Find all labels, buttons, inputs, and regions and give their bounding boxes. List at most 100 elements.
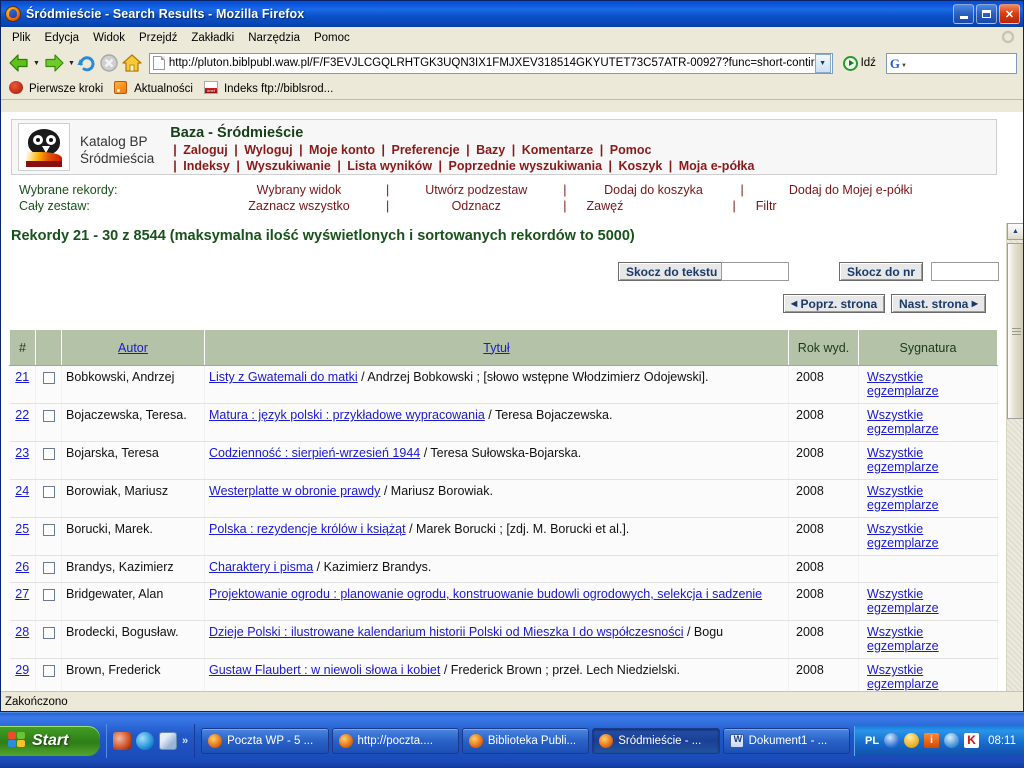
next-page-button[interactable]: Nast. strona ▶ xyxy=(891,294,986,313)
bookmark-indeks-ftp[interactable]: onet Indeks ftp://biblsrod... xyxy=(202,80,338,97)
quicklaunch-desktop-icon[interactable] xyxy=(159,731,177,750)
quicklaunch-firefox-icon[interactable] xyxy=(113,731,131,750)
action-utworz-podzestaw[interactable]: Utwórz podzestaw xyxy=(401,182,551,198)
row-checkbox[interactable] xyxy=(42,562,55,574)
nav-pomoc[interactable]: Pomoc xyxy=(610,143,652,157)
action-dodaj-do-mojej-epolki[interactable]: Dodaj do Mojej e-półki xyxy=(756,182,946,198)
row-signature-link[interactable]: Wszystkie egzemplarze xyxy=(867,408,939,436)
quicklaunch-media-icon[interactable] xyxy=(136,731,154,750)
taskbar-item[interactable]: Dokument1 - ... xyxy=(722,727,850,754)
clock[interactable]: 08:11 xyxy=(988,735,1016,747)
url-text[interactable]: http://pluton.biblpubl.waw.pl/F/F3EVJLCG… xyxy=(169,57,815,69)
nav-zaloguj[interactable]: Zaloguj xyxy=(183,143,227,157)
jump-to-nr-input[interactable] xyxy=(931,262,999,281)
shield-icon[interactable] xyxy=(884,733,900,748)
row-number-link[interactable]: 21 xyxy=(15,370,29,384)
page-scrollbar[interactable]: ▲ ▼ xyxy=(1006,223,1023,702)
row-number-link[interactable]: 22 xyxy=(15,408,29,422)
minimize-button[interactable] xyxy=(953,4,974,24)
sort-author-link[interactable]: Autor xyxy=(118,341,148,355)
row-signature-link[interactable]: Wszystkie egzemplarze xyxy=(867,522,939,550)
scroll-up-button[interactable]: ▲ xyxy=(1007,223,1023,240)
row-checkbox[interactable] xyxy=(42,524,55,536)
jump-to-text-input[interactable] xyxy=(721,262,789,281)
action-wybrany-widok[interactable]: Wybrany widok xyxy=(224,182,374,198)
row-title-link[interactable]: Gustaw Flaubert : w niewoli słowa i kobi… xyxy=(209,663,440,677)
nav-komentarze[interactable]: Komentarze xyxy=(522,143,594,157)
row-title-link[interactable]: Dzieje Polski : ilustrowane kalendarium … xyxy=(209,625,684,639)
back-dropdown-icon[interactable]: ▼ xyxy=(33,52,40,74)
action-zawez[interactable]: Zawęź xyxy=(579,198,729,214)
taskbar-item[interactable]: http://poczta.... xyxy=(331,727,459,754)
row-number-link[interactable]: 24 xyxy=(15,484,29,498)
row-title-link[interactable]: Charaktery i pisma xyxy=(209,560,313,574)
menu-item-help[interactable]: Pomoc xyxy=(307,30,357,46)
bookmark-pierwsze-kroki[interactable]: Pierwsze kroki xyxy=(7,80,108,97)
taskbar-item[interactable]: Poczta WP - 5 ... xyxy=(201,727,329,754)
nav-preferencje[interactable]: Preferencje xyxy=(391,143,459,157)
taskbar-item[interactable]: Śródmieście - ... xyxy=(592,727,720,754)
nav-poprzednie-wyszukiwania[interactable]: Poprzednie wyszukiwania xyxy=(449,159,603,173)
nav-lista-wynikow[interactable]: Lista wyników xyxy=(347,159,432,173)
warning-icon[interactable] xyxy=(904,733,920,748)
nav-koszyk[interactable]: Koszyk xyxy=(619,159,663,173)
scrollbar-thumb[interactable] xyxy=(1007,243,1023,419)
menu-item-bookmarks[interactable]: Zakładki xyxy=(184,30,241,46)
row-number-link[interactable]: 25 xyxy=(15,522,29,536)
maximize-button[interactable] xyxy=(976,4,997,24)
back-button[interactable] xyxy=(7,51,31,75)
jump-to-text-button[interactable]: Skocz do tekstu xyxy=(618,262,726,281)
nav-bazy[interactable]: Bazy xyxy=(476,143,505,157)
taskbar-item[interactable]: Biblioteka Publi... xyxy=(461,727,590,754)
go-button[interactable]: Idź xyxy=(839,55,880,71)
nav-moja-epolka[interactable]: Moja e-półka xyxy=(679,159,755,173)
row-signature-link[interactable]: Wszystkie egzemplarze xyxy=(867,446,939,474)
row-checkbox[interactable] xyxy=(42,486,55,498)
nav-wyloguj[interactable]: Wyloguj xyxy=(244,143,292,157)
row-signature-link[interactable]: Wszystkie egzemplarze xyxy=(867,587,939,615)
row-checkbox[interactable] xyxy=(42,665,55,677)
row-checkbox[interactable] xyxy=(42,410,55,422)
url-dropdown-icon[interactable]: ▼ xyxy=(814,53,831,73)
row-title-link[interactable]: Listy z Gwatemali do matki xyxy=(209,370,358,384)
search-input[interactable]: G ▼ xyxy=(885,52,1017,74)
row-checkbox[interactable] xyxy=(42,627,55,639)
row-title-link[interactable]: Westerplatte w obronie prawdy xyxy=(209,484,380,498)
row-signature-link[interactable]: Wszystkie egzemplarze xyxy=(867,625,939,653)
row-checkbox[interactable] xyxy=(42,589,55,601)
action-filtr[interactable]: Filtr xyxy=(756,198,946,214)
row-title-link[interactable]: Projektowanie ogrodu : planowanie ogrodu… xyxy=(209,587,762,601)
row-number-link[interactable]: 26 xyxy=(15,560,29,574)
menu-item-view[interactable]: Widok xyxy=(86,30,132,46)
sort-title-link[interactable]: Tytuł xyxy=(483,341,509,355)
url-bar[interactable]: http://pluton.biblpubl.waw.pl/F/F3EVJLCG… xyxy=(148,52,833,74)
reload-button[interactable] xyxy=(77,51,97,75)
menu-item-go[interactable]: Przejdź xyxy=(132,30,184,46)
menu-item-edit[interactable]: Edycja xyxy=(38,30,87,46)
nav-indeksy[interactable]: Indeksy xyxy=(183,159,230,173)
row-number-link[interactable]: 28 xyxy=(15,625,29,639)
info-icon[interactable]: i xyxy=(924,733,940,748)
kaspersky-icon[interactable]: K xyxy=(964,733,980,748)
stop-button[interactable] xyxy=(99,51,119,75)
menu-item-tools[interactable]: Narzędzia xyxy=(241,30,307,46)
action-zaznacz-wszystko[interactable]: Zaznacz wszystko xyxy=(224,198,374,214)
row-title-link[interactable]: Polska : rezydencje królów i książąt xyxy=(209,522,406,536)
prev-page-button[interactable]: ◀ Poprz. strona xyxy=(783,294,886,313)
close-button[interactable]: ✕ xyxy=(999,4,1020,24)
nav-moje-konto[interactable]: Moje konto xyxy=(309,143,375,157)
network-icon[interactable] xyxy=(944,733,960,748)
search-dropdown-icon[interactable]: ▼ xyxy=(901,63,907,69)
row-number-link[interactable]: 23 xyxy=(15,446,29,460)
row-signature-link[interactable]: Wszystkie egzemplarze xyxy=(867,663,939,691)
nav-wyszukiwanie[interactable]: Wyszukiwanie xyxy=(246,159,331,173)
row-checkbox[interactable] xyxy=(42,372,55,384)
action-odznacz[interactable]: Odznacz xyxy=(401,198,551,214)
language-indicator[interactable]: PL xyxy=(865,735,879,747)
action-dodaj-do-koszyka[interactable]: Dodaj do koszyka xyxy=(579,182,729,198)
row-signature-link[interactable]: Wszystkie egzemplarze xyxy=(867,370,939,398)
forward-button[interactable] xyxy=(42,51,66,75)
row-checkbox[interactable] xyxy=(42,448,55,460)
home-button[interactable] xyxy=(121,51,143,75)
forward-dropdown-icon[interactable]: ▼ xyxy=(68,52,75,74)
